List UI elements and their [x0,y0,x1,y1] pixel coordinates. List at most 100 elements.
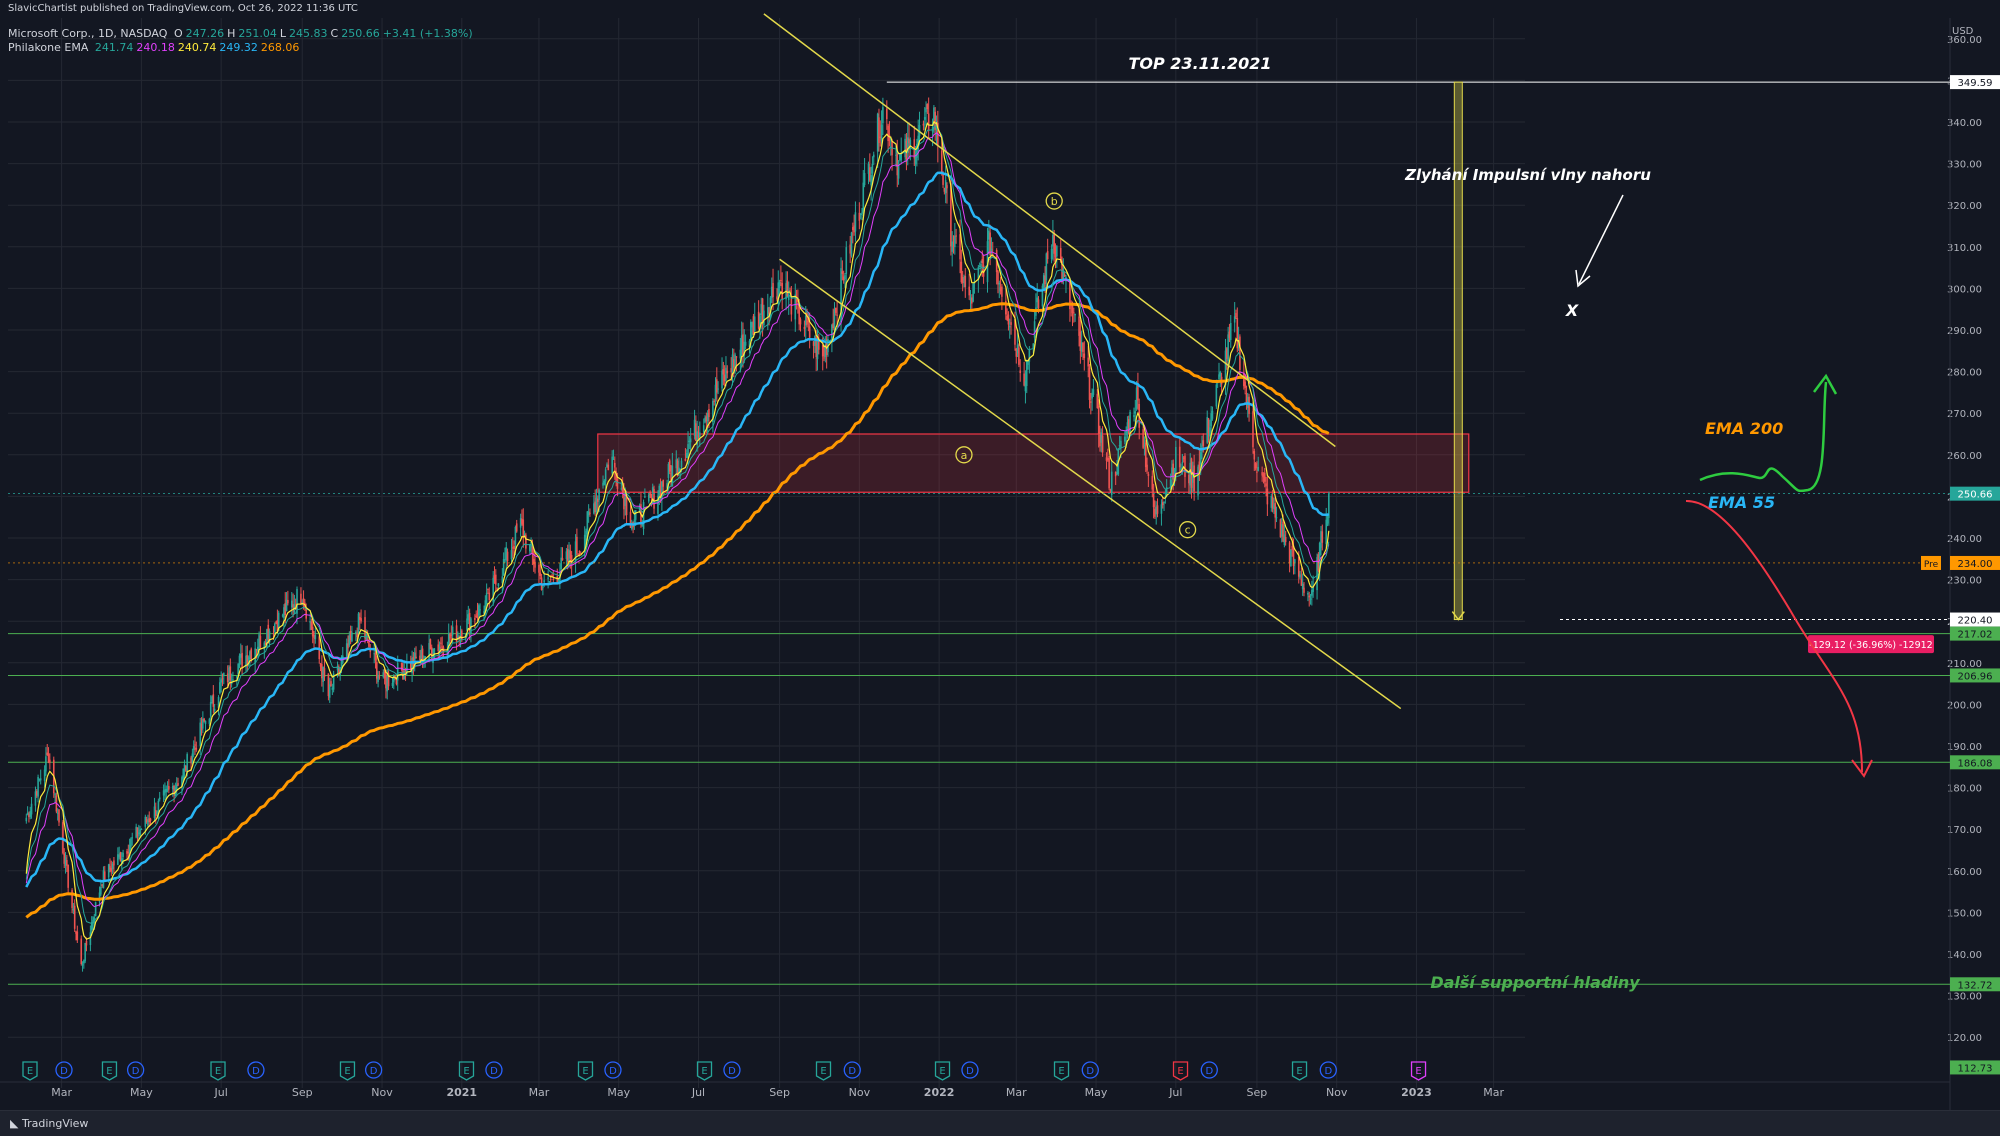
candle-body [1156,505,1159,514]
candle-body [772,283,774,298]
measure-bar [1453,81,1463,621]
candle-body [149,818,152,821]
y-tick-label: 200.00 [1947,700,1982,711]
candle-body [968,286,971,296]
tradingview-icon: ◣ [10,1117,19,1130]
candle-body [598,489,600,500]
indicator-value: 240.74 [177,41,217,54]
tradingview-logo[interactable]: ◣ TradingView [10,1117,88,1130]
candle-body [603,480,606,485]
candle-body [37,776,39,797]
supports-annotation: Další supportní hladiny [1430,973,1640,992]
candle-body [1083,353,1086,359]
candle-body [208,718,211,724]
candle-body [981,258,984,264]
ema-55-annotation: EMA 55 [1708,493,1775,512]
candle-body [882,107,884,124]
candle-body [1010,322,1012,325]
candle-body [177,783,179,786]
candle-body [1160,504,1163,514]
y-tick-label: 230.00 [1947,576,1982,587]
candle-body [644,496,646,498]
candle-body [66,860,68,866]
candle-body [835,307,837,313]
indicator-values: 241.74 240.18 240.74 249.32 268.06 [95,41,303,54]
candle-body [897,161,900,179]
candle-body [1290,549,1292,567]
candle-body [25,817,28,822]
candle-body [612,458,615,460]
currency-label: USD [1952,26,1974,37]
candle-body [946,185,948,189]
brand-label: TradingView [21,1117,89,1130]
candle-body [122,852,124,857]
ohlc-item: C 250.66 [330,27,380,40]
x-tick-label: Jul [691,1086,705,1099]
event-label: E [1415,1066,1421,1077]
candle-body [753,316,756,332]
symbol-legend[interactable]: Microsoft Corp., 1D, NASDAQ O 247.26 H 251.… [8,27,479,40]
candle-body [1266,488,1269,505]
candle-body [1229,322,1232,341]
candle-body [823,357,825,359]
candle-body [220,679,222,683]
candle-body [374,653,377,661]
candle-body [168,786,170,790]
candle-body [858,212,861,221]
candle-body [1151,476,1154,490]
candle-body [821,344,824,357]
candle-body [89,932,92,946]
event-label: D [609,1066,617,1077]
candle-body [1134,411,1137,414]
event-label: D [1324,1066,1332,1077]
ohlc-values: O 247.26 H 251.04 L 245.83 C 250.66 +3.41 (+1.38… [174,27,476,40]
candle-body [922,123,925,126]
candle-body [241,652,243,668]
indicator-value: 240.18 [136,41,175,54]
x-tick-label: May [130,1086,153,1099]
candle-body [1235,313,1237,318]
x-tick-label: Mar [529,1086,550,1099]
candle-body [1181,462,1184,464]
candle-body [862,182,865,213]
candle-body [466,618,468,631]
candle-body [1252,411,1254,448]
candle-body [506,551,509,561]
candle-body [479,609,481,611]
candle-body [94,902,97,917]
candle-body [653,489,655,509]
candle-body [157,800,160,812]
candle-body [39,778,42,781]
candle-body [854,212,857,232]
x-tick-label: Mar [1483,1086,1504,1099]
candle-body [1219,372,1222,377]
candle-body [607,464,610,471]
price-chart[interactable]: 120.00 130.00 140.00 150.00 160.00 170.00 180.… [0,0,2000,1110]
candle-body [1297,556,1300,577]
candle-body [49,759,51,763]
candle-body [1227,334,1229,361]
candle-body [1284,537,1287,543]
candle-body [1299,574,1301,578]
price-label: 132.72 [1958,980,1993,991]
event-label: E [344,1066,350,1077]
candle-body [449,633,451,639]
candle-body [192,745,195,751]
event-label: E [582,1066,588,1077]
candle-body [186,754,188,774]
candle-body [1309,598,1312,600]
candle-body [880,124,883,141]
candle-body [1063,274,1066,277]
chart-background [0,0,2000,1110]
candle-body [497,583,500,587]
candle-body [1274,503,1277,518]
candle-body [1037,299,1040,309]
candle-body [980,264,982,267]
candle-body [725,367,727,381]
indicator-legend[interactable]: Philakone EMA 241.74 240.18 240.74 249.32 26… [8,41,305,54]
candle-body [863,173,866,185]
price-label: 349.59 [1958,78,1993,89]
candle-body [30,803,33,815]
event-label: D [1205,1066,1213,1077]
candle-body [789,290,791,292]
